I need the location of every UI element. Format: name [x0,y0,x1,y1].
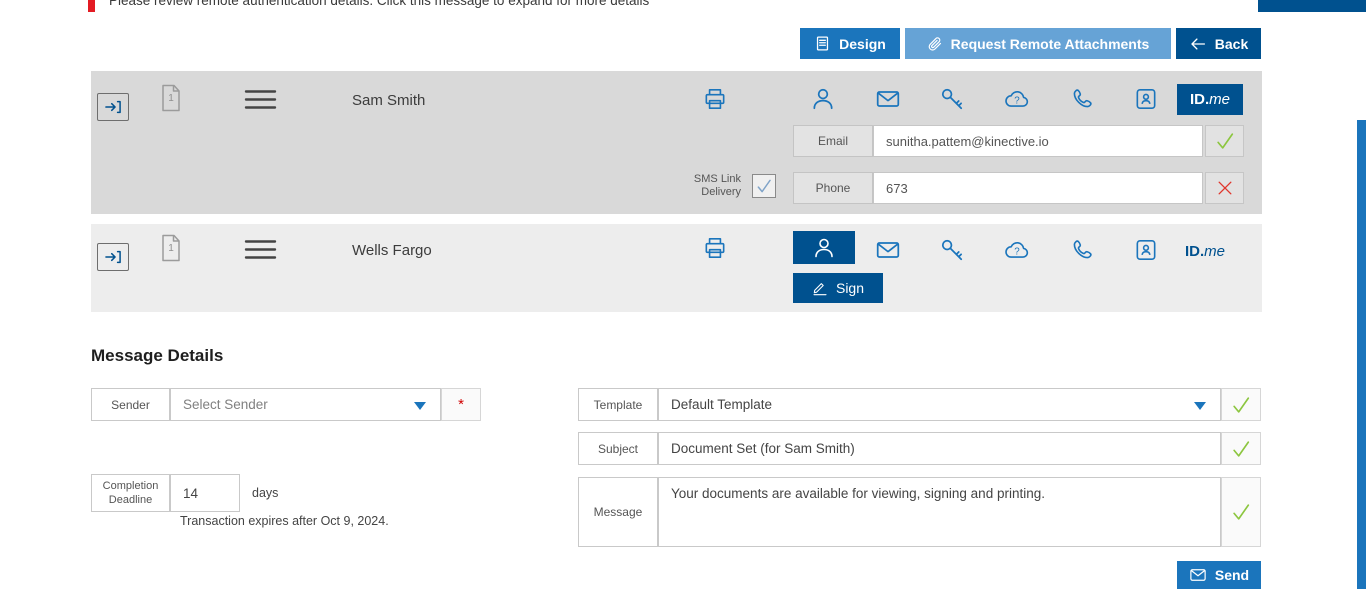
template-label: Template [578,388,658,421]
phone-icon[interactable] [1069,237,1095,263]
print-icon[interactable] [702,235,728,261]
sender-dropdown[interactable]: Select Sender [170,388,441,421]
sms-link-delivery-label: SMS Link Delivery [683,173,741,199]
idme-badge[interactable]: ID.me [1177,84,1243,115]
sender-dropdown-value: Select Sender [183,397,268,412]
checkbox-check-icon [755,177,773,195]
email-icon[interactable] [875,86,901,112]
right-edge-bar [1357,120,1366,589]
idme-label-id: ID. [1185,243,1204,260]
design-icon [814,35,831,52]
email-label: Email [793,125,873,157]
deadline-unit-label: days [252,486,278,500]
key-icon[interactable] [939,86,965,112]
key-icon[interactable] [939,237,965,263]
document-count-badge: 1 [160,243,182,254]
send-button-label: Send [1215,567,1249,583]
drag-handle-icon[interactable] [244,89,277,110]
paperclip-icon [927,36,943,52]
template-dropdown-value: Default Template [671,397,772,412]
message-textarea[interactable]: Your documents are available for viewing… [658,477,1221,547]
completion-deadline-label: Completion Deadline [91,474,170,512]
back-button[interactable]: Back [1176,28,1261,59]
sms-link-delivery-checkbox[interactable] [752,174,776,198]
print-icon[interactable] [702,86,728,112]
phone-icon[interactable] [1069,86,1095,112]
template-dropdown[interactable]: Default Template [658,388,1221,421]
sign-button-label: Sign [836,280,864,296]
sign-button[interactable]: Sign [793,273,883,303]
document-icon[interactable]: 1 [160,234,182,262]
page: Please review remote authentication deta… [0,0,1366,589]
svg-text:?: ? [1014,96,1020,107]
phone-input[interactable] [873,172,1203,204]
assign-button[interactable] [97,243,129,271]
caret-down-icon [414,402,426,410]
subject-input[interactable] [658,432,1221,465]
pen-icon [812,280,828,296]
recipient-row-sam-smith: 1 Sam Smith ? ID.me Email [91,71,1262,214]
back-arrow-icon [1189,35,1207,53]
cloud-question-icon[interactable]: ? [1004,237,1030,263]
idme-label-me: me [1209,91,1230,108]
message-label: Message [578,477,658,547]
recipient-name: Wells Fargo [352,242,432,259]
phone-label: Phone [793,172,873,204]
idme-option[interactable]: ID.me [1185,243,1225,260]
subject-valid-check-icon [1221,432,1261,465]
message-details-heading: Message Details [91,346,223,366]
recipient-name: Sam Smith [352,92,425,109]
send-envelope-icon [1189,566,1207,584]
assign-icon [103,247,123,267]
document-icon[interactable]: 1 [160,84,182,112]
header-strip [1258,0,1366,12]
drag-handle-icon[interactable] [244,239,277,260]
template-valid-check-icon [1221,388,1261,421]
phone-invalid-x-icon [1205,172,1244,204]
request-remote-attachments-button[interactable]: Request Remote Attachments [905,28,1171,59]
sender-required-indicator: * [441,388,481,421]
idme-label-me: me [1204,243,1225,260]
design-button-label: Design [839,36,886,52]
document-count-badge: 1 [160,93,182,104]
contact-card-icon[interactable] [1133,237,1159,263]
alert-text: Please review remote authentication deta… [109,0,649,8]
email-icon[interactable] [875,237,901,263]
back-button-label: Back [1215,36,1248,52]
assign-icon [103,97,123,117]
person-icon[interactable] [810,86,836,112]
completion-deadline-input[interactable] [170,474,240,512]
email-input[interactable] [873,125,1203,157]
idme-label-id: ID. [1190,91,1209,108]
design-button[interactable]: Design [800,28,900,59]
message-valid-check-icon [1221,477,1261,547]
send-button[interactable]: Send [1177,561,1261,589]
cloud-question-icon[interactable]: ? [1004,86,1030,112]
recipient-row-wells-fargo: 1 Wells Fargo ? ID.me [91,224,1262,312]
subject-label: Subject [578,432,658,465]
assign-button[interactable] [97,93,129,121]
person-icon-selected[interactable] [793,231,855,264]
expiry-note: Transaction expires after Oct 9, 2024. [180,514,389,528]
svg-text:?: ? [1014,247,1020,258]
sender-label: Sender [91,388,170,421]
email-valid-check-icon [1205,125,1244,157]
caret-down-icon [1194,402,1206,410]
alert-banner[interactable]: Please review remote authentication deta… [88,0,1258,12]
contact-card-icon[interactable] [1133,86,1159,112]
request-remote-attachments-label: Request Remote Attachments [951,36,1150,52]
